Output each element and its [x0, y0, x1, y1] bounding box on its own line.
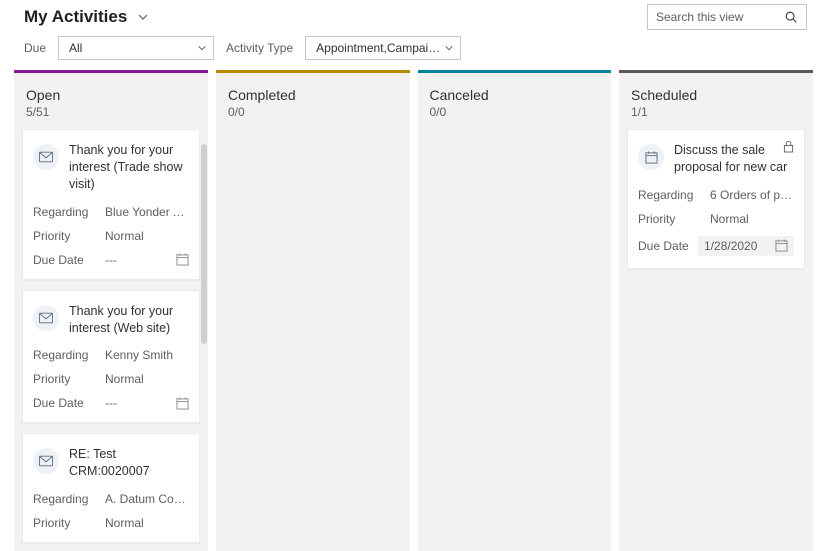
- chevron-down-icon: [444, 43, 454, 53]
- column-open: Open 5/51 Thank you for your interest (T…: [14, 70, 208, 551]
- search-box[interactable]: [647, 4, 807, 30]
- card-title: Discuss the sale proposal for new car: [674, 142, 794, 176]
- column-title: Scheduled: [631, 87, 803, 103]
- field-value-priority: Normal: [698, 212, 794, 226]
- column-count: 0/0: [430, 105, 602, 119]
- column-count: 1/1: [631, 105, 803, 119]
- calendar-icon[interactable]: [176, 253, 189, 266]
- email-icon: [33, 144, 59, 170]
- kanban-board: Open 5/51 Thank you for your interest (T…: [0, 70, 819, 551]
- field-value-priority: Normal: [93, 229, 189, 243]
- field-label-priority: Priority: [638, 212, 698, 226]
- column-header[interactable]: Scheduled 1/1: [619, 73, 813, 129]
- column-completed: Completed 0/0: [216, 70, 410, 551]
- card-title: RE: Test CRM:0020007: [69, 446, 189, 480]
- field-value-regarding: Kenny Smith: [93, 348, 189, 362]
- field-value-regarding: Blue Yonder Ai...: [93, 205, 189, 219]
- scrollbar[interactable]: [201, 144, 207, 344]
- email-icon: [33, 305, 59, 331]
- field-label-regarding: Regarding: [33, 205, 93, 219]
- field-value-regarding: A. Datum Corp...: [93, 492, 189, 506]
- activity-card[interactable]: Thank you for your interest (Trade show …: [22, 129, 200, 280]
- column-title: Completed: [228, 87, 400, 103]
- column-count: 5/51: [26, 105, 198, 119]
- activity-type-filter-value: Appointment,Campaign Acti...: [316, 41, 444, 55]
- view-title-wrap[interactable]: My Activities: [24, 7, 149, 27]
- column-header[interactable]: Completed 0/0: [216, 73, 410, 129]
- column-scheduled: Scheduled 1/1 Discuss the sale proposal …: [619, 70, 813, 551]
- calendar-icon[interactable]: [176, 397, 189, 410]
- chevron-down-icon: [137, 11, 149, 23]
- field-label-priority: Priority: [33, 372, 93, 386]
- field-label-due-date: Due Date: [638, 239, 698, 253]
- activity-card[interactable]: RE: Test CRM:0020007 Regarding A. Datum …: [22, 433, 200, 543]
- field-value-due-date: ---: [105, 253, 170, 267]
- field-value-due-date: ---: [105, 396, 170, 410]
- calendar-event-icon: [638, 144, 664, 170]
- due-filter-dropdown[interactable]: All: [58, 36, 214, 60]
- column-header[interactable]: Canceled 0/0: [418, 73, 612, 129]
- field-label-due-date: Due Date: [33, 253, 93, 267]
- field-label-regarding: Regarding: [33, 348, 93, 362]
- email-icon: [33, 448, 59, 474]
- search-input[interactable]: [656, 10, 780, 24]
- field-label-priority: Priority: [33, 229, 93, 243]
- activity-card[interactable]: Thank you for your interest (Web site) R…: [22, 290, 200, 424]
- field-value-priority: Normal: [93, 372, 189, 386]
- field-label-regarding: Regarding: [638, 188, 698, 202]
- activity-type-filter-label: Activity Type: [226, 41, 293, 55]
- field-value-regarding: 6 Orders of pro...: [698, 188, 794, 202]
- card-title: Thank you for your interest (Web site): [69, 303, 189, 337]
- activity-type-filter-dropdown[interactable]: Appointment,Campaign Acti...: [305, 36, 461, 60]
- view-title: My Activities: [24, 7, 127, 27]
- due-date-box[interactable]: 1/28/2020: [698, 236, 794, 256]
- field-label-priority: Priority: [33, 516, 93, 530]
- column-title: Open: [26, 87, 198, 103]
- lock-icon: [783, 140, 794, 153]
- field-value-priority: Normal: [93, 516, 189, 530]
- activity-card[interactable]: Discuss the sale proposal for new car Re…: [627, 129, 805, 269]
- column-canceled: Canceled 0/0: [418, 70, 612, 551]
- chevron-down-icon: [197, 43, 207, 53]
- column-header[interactable]: Open 5/51: [14, 73, 208, 129]
- search-icon[interactable]: [780, 10, 802, 24]
- field-label-regarding: Regarding: [33, 492, 93, 506]
- card-title: Thank you for your interest (Trade show …: [69, 142, 189, 193]
- due-filter-value: All: [69, 41, 82, 55]
- calendar-icon: [775, 239, 788, 252]
- field-value-due-date: 1/28/2020: [704, 239, 767, 253]
- column-count: 0/0: [228, 105, 400, 119]
- due-filter-label: Due: [24, 41, 46, 55]
- field-label-due-date: Due Date: [33, 396, 93, 410]
- column-title: Canceled: [430, 87, 602, 103]
